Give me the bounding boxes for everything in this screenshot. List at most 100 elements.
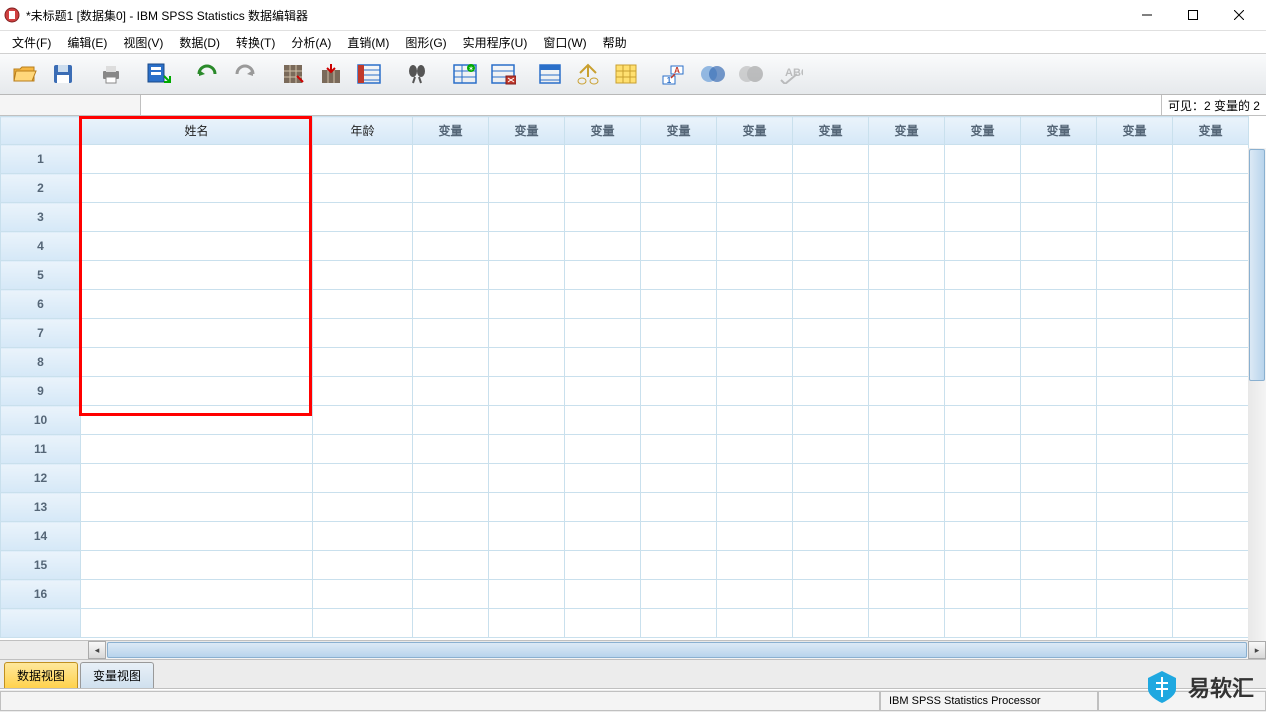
cell[interactable] [565, 348, 641, 377]
scroll-left-icon[interactable]: ◂ [88, 641, 106, 659]
cell[interactable] [717, 551, 793, 580]
scroll-right-icon[interactable]: ▸ [1248, 641, 1266, 659]
cell[interactable] [313, 232, 413, 261]
cell[interactable] [413, 145, 489, 174]
cell[interactable] [1021, 348, 1097, 377]
col-header-empty[interactable]: 变量 [565, 117, 641, 145]
menu-direct[interactable]: 直销(M) [339, 32, 397, 53]
cell[interactable] [945, 261, 1021, 290]
cell[interactable] [717, 203, 793, 232]
row-header[interactable]: 1 [1, 145, 81, 174]
value-labels-icon[interactable] [572, 57, 606, 91]
row-header[interactable]: 16 [1, 580, 81, 609]
find-icon[interactable] [400, 57, 434, 91]
open-icon[interactable] [8, 57, 42, 91]
cell[interactable] [641, 580, 717, 609]
cell[interactable] [1173, 377, 1249, 406]
cell[interactable] [313, 174, 413, 203]
cell[interactable] [1097, 261, 1173, 290]
col-header-empty[interactable]: 变量 [869, 117, 945, 145]
cell[interactable] [1097, 406, 1173, 435]
cell[interactable] [81, 551, 313, 580]
cell[interactable] [869, 609, 945, 638]
cell[interactable] [945, 290, 1021, 319]
cell[interactable] [413, 406, 489, 435]
cell[interactable] [869, 174, 945, 203]
cell[interactable] [945, 377, 1021, 406]
col-header-empty[interactable]: 变量 [945, 117, 1021, 145]
cell[interactable] [869, 464, 945, 493]
cell[interactable] [1173, 232, 1249, 261]
cell[interactable] [413, 232, 489, 261]
hscroll-thumb[interactable] [107, 642, 1247, 658]
cell[interactable] [565, 464, 641, 493]
row-header[interactable]: 7 [1, 319, 81, 348]
cell[interactable] [793, 406, 869, 435]
cell[interactable] [565, 203, 641, 232]
cell[interactable] [565, 406, 641, 435]
cell[interactable] [869, 203, 945, 232]
cell[interactable] [1097, 377, 1173, 406]
cell[interactable] [81, 174, 313, 203]
tab-variable-view[interactable]: 变量视图 [80, 662, 154, 688]
cell[interactable] [869, 406, 945, 435]
cell[interactable] [793, 145, 869, 174]
cell[interactable] [945, 174, 1021, 203]
cell[interactable] [413, 435, 489, 464]
cell[interactable] [313, 580, 413, 609]
cell[interactable] [1021, 406, 1097, 435]
cell[interactable] [565, 145, 641, 174]
row-header[interactable]: 11 [1, 435, 81, 464]
cell[interactable] [313, 609, 413, 638]
show-labels-icon[interactable]: A1 [658, 57, 692, 91]
cell[interactable] [717, 174, 793, 203]
cell[interactable] [717, 406, 793, 435]
cell[interactable] [489, 319, 565, 348]
cell[interactable] [313, 348, 413, 377]
cell[interactable] [717, 580, 793, 609]
cell[interactable] [1021, 551, 1097, 580]
cell[interactable] [717, 145, 793, 174]
cell[interactable] [565, 377, 641, 406]
menu-utilities[interactable]: 实用程序(U) [455, 32, 536, 53]
cell[interactable] [945, 435, 1021, 464]
cell[interactable] [641, 377, 717, 406]
cell[interactable] [413, 348, 489, 377]
cell[interactable] [565, 435, 641, 464]
cell[interactable] [313, 377, 413, 406]
row-header[interactable]: 3 [1, 203, 81, 232]
cell[interactable] [945, 464, 1021, 493]
cell[interactable] [793, 232, 869, 261]
cell[interactable] [1173, 261, 1249, 290]
cell[interactable] [641, 319, 717, 348]
cell[interactable] [945, 232, 1021, 261]
cell[interactable] [793, 174, 869, 203]
row-header[interactable]: 14 [1, 522, 81, 551]
cell[interactable] [81, 377, 313, 406]
cell[interactable] [641, 493, 717, 522]
cell[interactable] [793, 493, 869, 522]
cell[interactable] [869, 290, 945, 319]
cell[interactable] [1097, 609, 1173, 638]
menu-window[interactable]: 窗口(W) [535, 32, 594, 53]
cell[interactable] [945, 145, 1021, 174]
cell[interactable] [1173, 464, 1249, 493]
cell[interactable] [565, 290, 641, 319]
cell[interactable] [1097, 464, 1173, 493]
cell[interactable] [489, 522, 565, 551]
cell[interactable] [81, 522, 313, 551]
cell[interactable] [793, 203, 869, 232]
cell[interactable] [1173, 406, 1249, 435]
cell[interactable] [641, 203, 717, 232]
cell[interactable] [489, 174, 565, 203]
cell[interactable] [717, 290, 793, 319]
cell[interactable] [489, 493, 565, 522]
cell[interactable] [717, 261, 793, 290]
cell[interactable] [1097, 145, 1173, 174]
cell[interactable] [793, 290, 869, 319]
cell[interactable] [641, 290, 717, 319]
cell[interactable] [1097, 580, 1173, 609]
cell[interactable] [869, 145, 945, 174]
menu-data[interactable]: 数据(D) [171, 32, 228, 53]
col-header-empty[interactable]: 变量 [1021, 117, 1097, 145]
